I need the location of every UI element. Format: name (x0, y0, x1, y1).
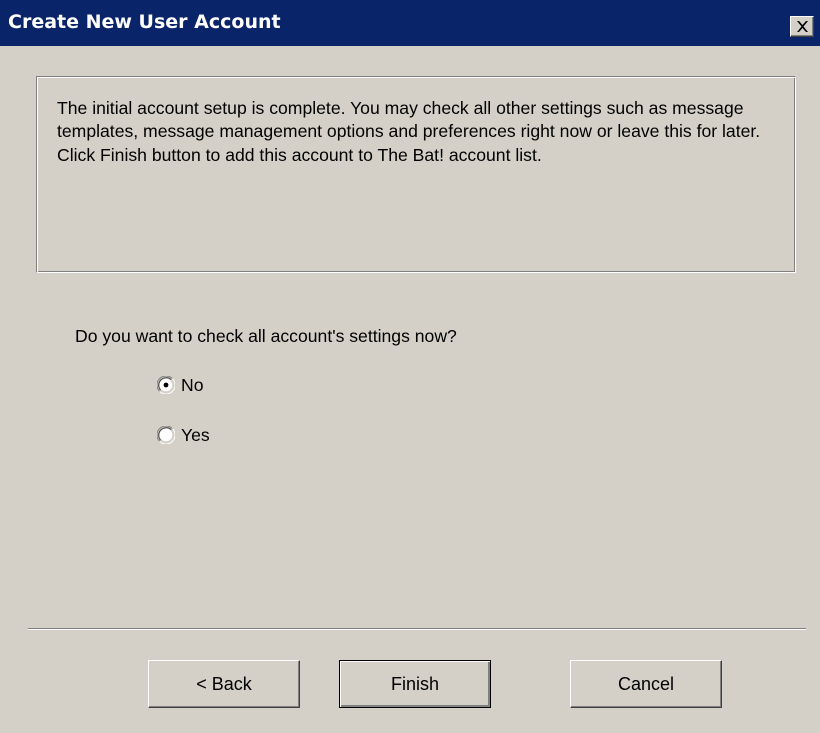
create-user-account-dialog: Create New User Account The initial acco… (0, 0, 820, 733)
cancel-button[interactable]: Cancel (570, 660, 722, 708)
back-button[interactable]: < Back (148, 660, 300, 708)
radio-button-unselected[interactable] (157, 426, 175, 444)
radio-button-selected[interactable] (157, 376, 175, 394)
close-button[interactable] (790, 16, 814, 37)
close-icon (797, 21, 808, 32)
info-panel: The initial account setup is complete. Y… (36, 76, 796, 273)
title-bar: Create New User Account (0, 0, 820, 46)
setup-complete-message: The initial account setup is complete. Y… (57, 98, 761, 165)
finish-button[interactable]: Finish (339, 660, 491, 708)
radio-label-no[interactable]: No (181, 373, 204, 397)
check-settings-question: Do you want to check all account's setti… (75, 326, 457, 346)
radio-label-yes[interactable]: Yes (181, 423, 210, 447)
window-title: Create New User Account (8, 11, 281, 33)
button-separator (28, 628, 806, 630)
